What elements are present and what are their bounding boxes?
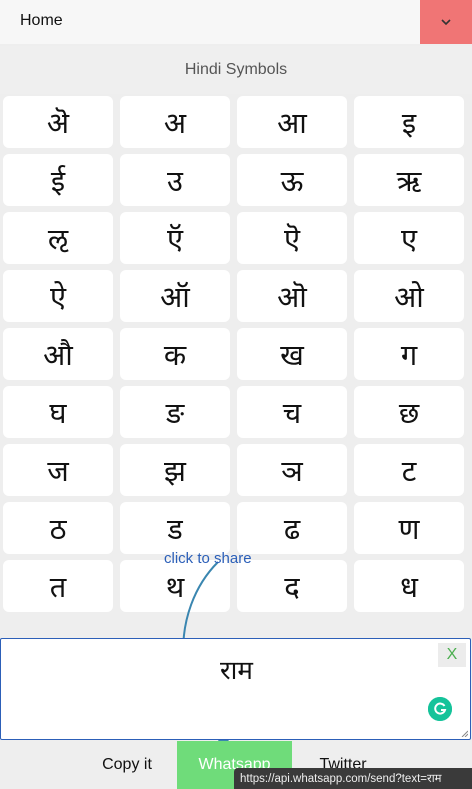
symbol-cell[interactable]: द [237,560,347,612]
symbol-cell[interactable]: ऐ [3,270,113,322]
symbol-cell[interactable]: त [3,560,113,612]
symbol-cell[interactable]: ज [3,444,113,496]
symbol-cell[interactable]: ध [354,560,464,612]
symbol-cell[interactable]: ऌ [3,212,113,264]
section-title: Hindi Symbols [184,61,288,78]
symbol-cell[interactable]: च [237,386,347,438]
symbol-cell[interactable]: औ [3,328,113,380]
symbol-cell[interactable]: ठ [3,502,113,554]
symbol-cell[interactable]: ड [120,502,230,554]
output-textarea[interactable]: राम X [0,638,471,740]
symbol-cell[interactable]: छ [354,386,464,438]
symbol-cell[interactable]: ग [354,328,464,380]
symbol-cell[interactable]: क [120,328,230,380]
share-hint-label: click to share [164,550,252,567]
symbol-cell[interactable]: ढ [237,502,347,554]
symbol-cell[interactable]: ऄ [3,96,113,148]
symbol-cell[interactable]: ई [3,154,113,206]
symbol-cell[interactable]: घ [3,386,113,438]
symbol-cell[interactable]: ओ [354,270,464,322]
symbol-cell[interactable]: उ [120,154,230,206]
page-select-value: Home [20,12,63,29]
symbol-cell[interactable]: ञ [237,444,347,496]
symbol-cell[interactable]: ऊ [237,154,347,206]
symbol-cell[interactable]: थ [120,560,230,612]
symbol-cell[interactable]: ख [237,328,347,380]
symbol-cell[interactable]: ऑ [120,270,230,322]
symbol-cell[interactable]: ऋ [354,154,464,206]
page-select[interactable]: Home [0,0,420,44]
symbol-cell[interactable]: ऎ [237,212,347,264]
symbol-cell[interactable]: ण [354,502,464,554]
dropdown-button[interactable] [420,0,472,44]
symbol-cell[interactable]: आ [237,96,347,148]
status-url: https://api.whatsapp.com/send?text=राम [234,768,472,789]
symbol-cell[interactable]: ङ [120,386,230,438]
output-text: राम [220,656,253,686]
symbol-cell[interactable]: अ [120,96,230,148]
section-header: Hindi Symbols [0,46,472,94]
grammarly-icon[interactable] [428,697,452,721]
symbol-cell[interactable]: इ [354,96,464,148]
clear-button[interactable]: X [438,643,466,667]
symbol-cell[interactable]: ऍ [120,212,230,264]
symbol-cell[interactable]: ऒ [237,270,347,322]
top-bar: Home [0,0,472,44]
symbol-cell[interactable]: ए [354,212,464,264]
symbol-cell[interactable]: ट [354,444,464,496]
symbol-cell[interactable]: झ [120,444,230,496]
copy-button[interactable]: Copy it [76,741,178,789]
resize-handle-icon[interactable] [460,729,468,737]
chevron-down-icon [441,19,451,26]
